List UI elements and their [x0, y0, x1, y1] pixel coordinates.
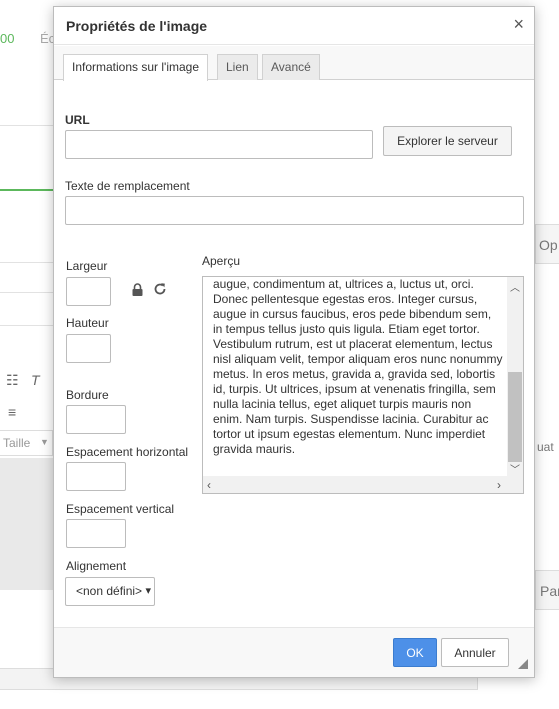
tab-link[interactable]: Lien	[217, 54, 258, 80]
scroll-right-icon[interactable]: ›	[497, 478, 501, 492]
preview-label: Aperçu	[202, 254, 241, 268]
scroll-left-icon[interactable]: ‹	[207, 478, 211, 492]
align-select[interactable]: <non défini> ▾	[65, 577, 155, 606]
preview-pane[interactable]: augue, condimentum at, ultrices a, luctu…	[202, 276, 524, 494]
bg-divider	[0, 262, 53, 263]
hspace-input[interactable]	[66, 462, 126, 491]
vspace-label: Espacement vertical	[66, 502, 175, 516]
bg-divider	[0, 125, 53, 126]
bg-green-divider	[0, 189, 53, 191]
alt-text-input[interactable]	[65, 196, 524, 225]
vertical-scrollbar[interactable]: ︿ ﹀	[507, 277, 523, 477]
hspace-label: Espacement horizontal	[66, 445, 189, 459]
lock-icon[interactable]	[131, 283, 144, 300]
tab-image-info[interactable]: Informations sur l'image	[63, 54, 209, 81]
vspace-input[interactable]	[66, 519, 126, 548]
width-input[interactable]	[66, 277, 111, 306]
resize-handle-icon[interactable]	[518, 659, 528, 669]
height-input[interactable]	[66, 334, 111, 363]
bg-list-icon: ☷	[6, 372, 19, 388]
scroll-down-icon[interactable]: ﹀	[510, 461, 520, 476]
bg-right-button: Op	[535, 224, 559, 264]
bg-align-icon: ≡	[8, 404, 17, 420]
preview-text: augue, condimentum at, ultrices a, luctu…	[213, 277, 503, 456]
bg-divider	[0, 292, 53, 293]
align-label: Alignement	[66, 559, 127, 573]
scroll-up-icon[interactable]: ︿	[510, 279, 520, 294]
reset-size-icon[interactable]	[153, 282, 167, 299]
bg-fragment-1: 00	[0, 31, 15, 46]
bg-clear-format-icon: T	[31, 372, 40, 388]
bg-editor-area	[0, 458, 53, 590]
dialog-tabs: Informations sur l'image Lien Avancé	[54, 46, 534, 81]
dialog-title: Propriétés de l'image	[66, 18, 208, 34]
border-label: Bordure	[66, 388, 109, 402]
chevron-down-icon: ▾	[145, 585, 151, 597]
url-label: URL	[65, 113, 90, 127]
width-label: Largeur	[66, 259, 108, 273]
horizontal-scrollbar[interactable]: ‹ ›	[203, 476, 523, 493]
tab-advanced[interactable]: Avancé	[262, 54, 320, 80]
browse-server-button[interactable]: Explorer le serveur	[383, 126, 512, 156]
dialog-titlebar[interactable]: Propriétés de l'image ×	[54, 7, 534, 45]
bg-divider	[0, 325, 53, 326]
bg-size-dropdown: Taille ▼	[0, 430, 53, 456]
dialog-footer: OK Annuler	[54, 627, 534, 677]
height-label: Hauteur	[66, 316, 109, 330]
close-icon[interactable]: ×	[513, 14, 524, 35]
ok-button[interactable]: OK	[393, 638, 437, 667]
alt-text-label: Texte de remplacement	[65, 179, 190, 193]
border-input[interactable]	[66, 405, 126, 434]
bg-fragment-3: uat	[537, 440, 554, 454]
url-input[interactable]	[65, 130, 373, 159]
bg-right-button: Par	[535, 570, 559, 610]
align-select-value: <non défini>	[76, 584, 143, 598]
cancel-button[interactable]: Annuler	[441, 638, 509, 667]
image-properties-dialog: Propriétés de l'image × Informations sur…	[53, 6, 535, 678]
vertical-scroll-thumb[interactable]	[508, 372, 522, 462]
